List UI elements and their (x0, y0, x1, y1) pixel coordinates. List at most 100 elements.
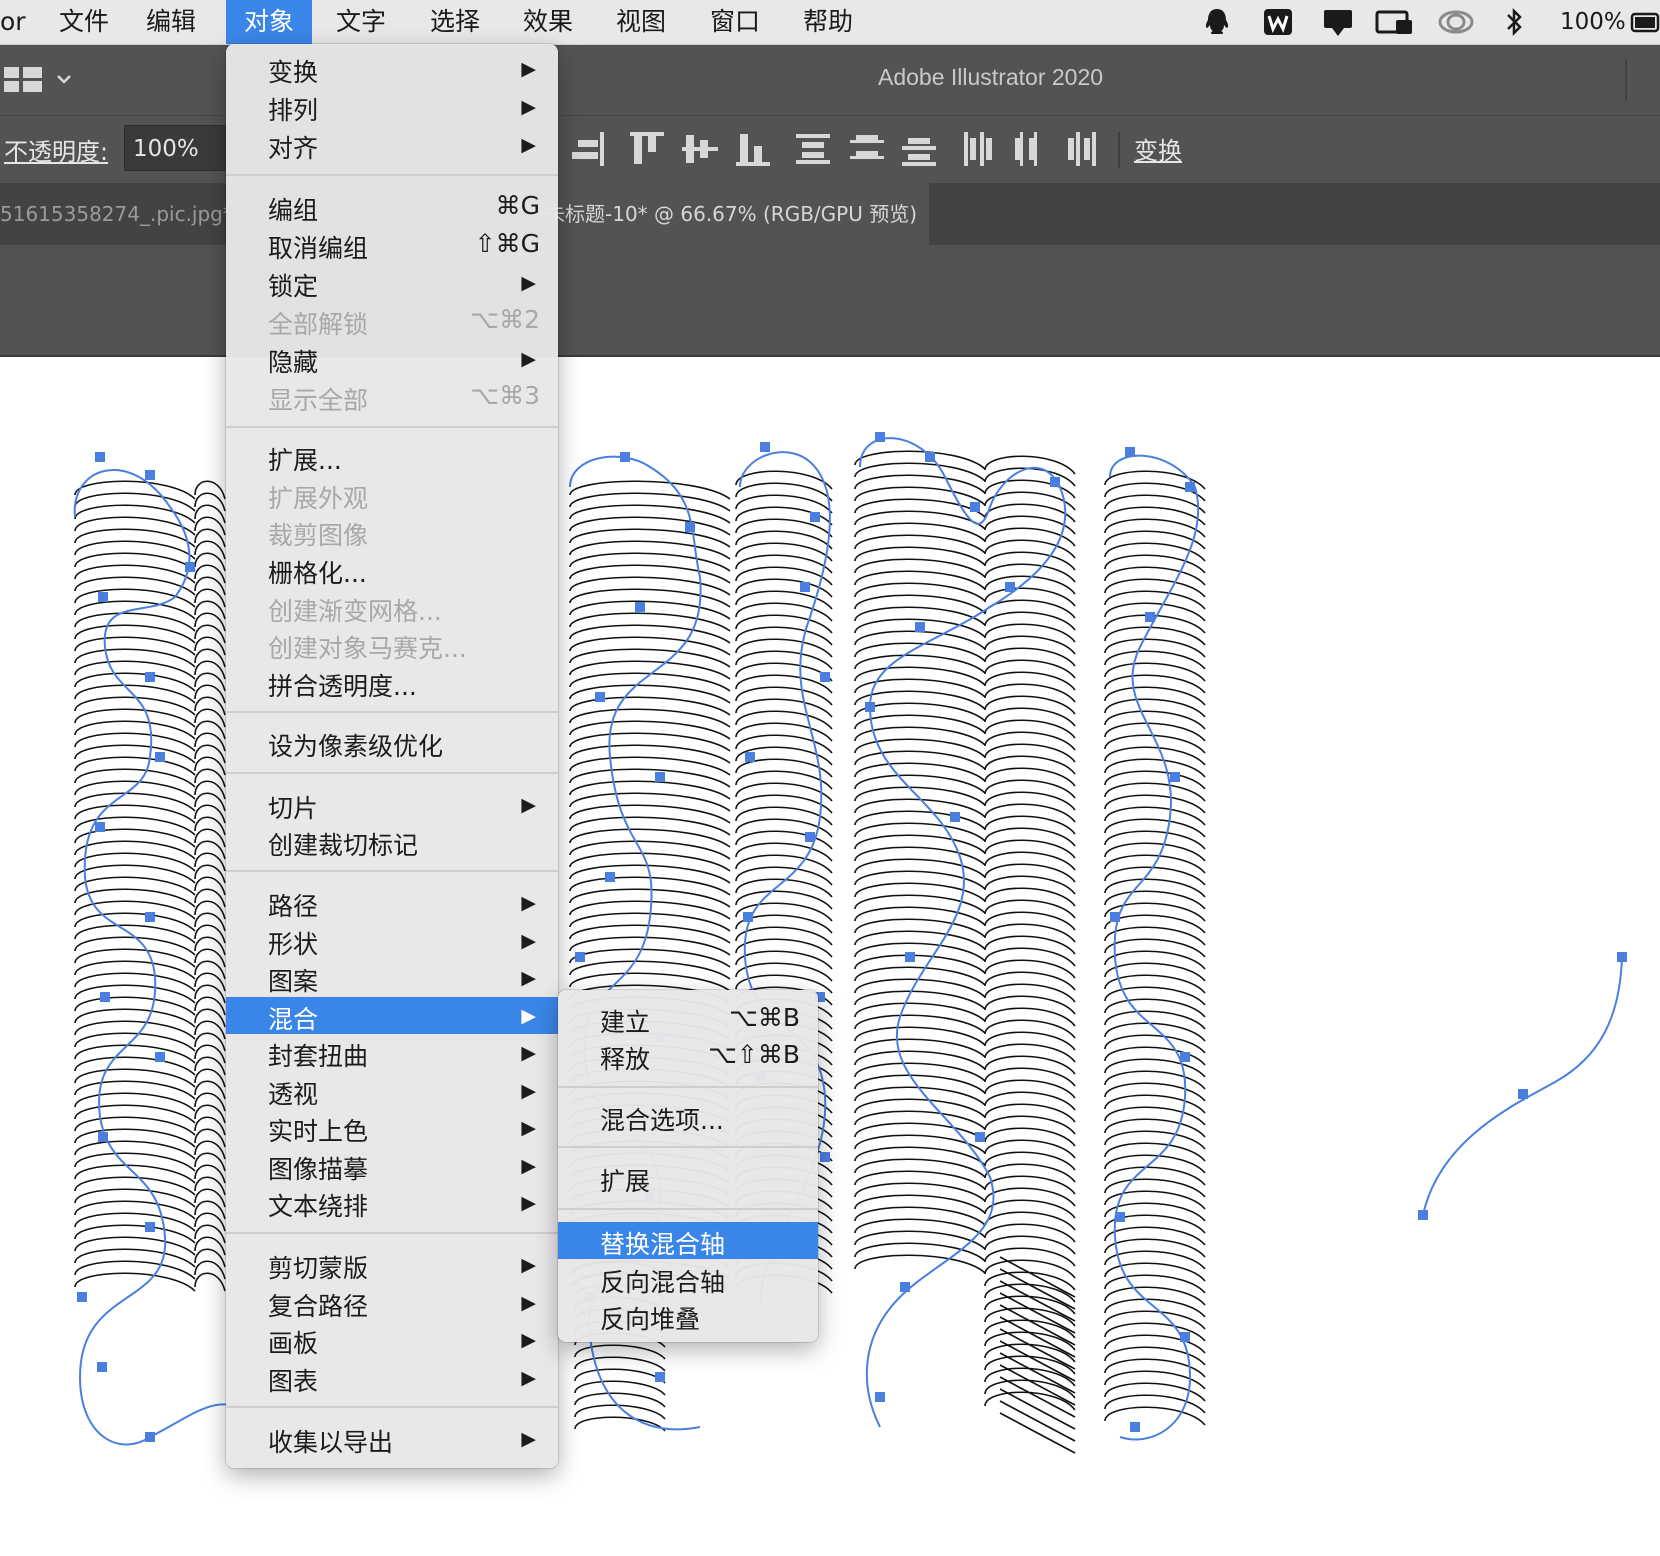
anchor-point (95, 452, 105, 462)
menu-bar: or 文件 编辑 对象 文字 选择 效果 视图 窗口 帮助 100% (0, 0, 1660, 45)
submenu-arrow-icon: ▶ (521, 892, 536, 914)
notification-icon[interactable] (1320, 6, 1356, 38)
blend-step-arc (999, 1280, 1076, 1322)
distribute-right-icon (1068, 132, 1096, 166)
menu-item-expand[interactable]: 扩展... (226, 438, 558, 475)
anchor-point (925, 452, 935, 462)
anchor-point (1110, 912, 1120, 922)
menu-item-pixel-optimize[interactable]: 设为像素级优化 (226, 724, 558, 761)
menu-item-pattern[interactable]: 图案 ▶ (226, 959, 558, 996)
anchor-point (145, 912, 155, 922)
menu-item-transform[interactable]: 变换 ▶ (226, 50, 558, 87)
distribute-hcenter-icon (1015, 132, 1037, 166)
opacity-label[interactable]: 不透明度: (4, 132, 108, 167)
menu-item-crop-marks[interactable]: 创建裁切标记 (226, 823, 558, 860)
anchor-point (575, 952, 585, 962)
menu-item-arrange[interactable]: 排列 ▶ (226, 88, 558, 125)
menu-item-hide[interactable]: 隐藏 ▶ (226, 340, 558, 377)
anchor-point (875, 1392, 885, 1402)
doc-tab-1[interactable]: 51615358274_.pic.jpg* (0, 183, 233, 245)
menu-item-perspective[interactable]: 透视 ▶ (226, 1072, 558, 1109)
blend-column (194, 480, 226, 1292)
blend-step-arc (999, 1292, 1076, 1334)
opacity-field[interactable]: 100% (124, 125, 232, 171)
wps-icon[interactable] (1262, 6, 1294, 38)
transform-link[interactable]: 变换 (1134, 131, 1182, 166)
anchor-point (605, 872, 615, 882)
blend-step-arc (999, 1340, 1076, 1382)
menu-view[interactable]: 视图 (616, 0, 666, 44)
blend-reverse-front-to-back[interactable]: 反向堆叠 (558, 1297, 818, 1334)
anchor-point (655, 772, 665, 782)
battery-percent: 100% (1560, 9, 1626, 35)
header-divider (1625, 59, 1627, 101)
anchor-point (865, 702, 875, 712)
anchor-point (97, 1362, 107, 1372)
menu-type[interactable]: 文字 (336, 0, 386, 44)
menu-separator (226, 426, 558, 428)
blend-release[interactable]: 释放 ⌥⇧⌘B (558, 1037, 818, 1074)
menu-window[interactable]: 窗口 (710, 0, 760, 44)
submenu-arrow-icon: ▶ (521, 1192, 536, 1214)
menu-item-envelope-distort[interactable]: 封套扭曲 ▶ (226, 1034, 558, 1071)
submenu-arrow-icon: ▶ (521, 794, 536, 816)
doc-tab-2[interactable]: 未标题-10* @ 66.67% (RGB/GPU 预览) (533, 183, 930, 245)
submenu-arrow-icon: ▶ (521, 348, 536, 370)
submenu-arrow-icon: ▶ (521, 1005, 536, 1027)
app-title: Adobe Illustrator 2020 (878, 64, 1104, 90)
qq-icon[interactable] (1202, 6, 1232, 38)
battery-icon[interactable] (1630, 6, 1660, 38)
anchor-point (905, 952, 915, 962)
anchor-point (1115, 1212, 1125, 1222)
menu-item-unlock-all: 全部解锁 ⌥⌘2 (268, 305, 540, 339)
anchor-point (95, 822, 105, 832)
menu-item-lock[interactable]: 锁定 ▶ (226, 264, 558, 301)
menu-item-slice[interactable]: 切片 ▶ (226, 786, 558, 823)
anchor-point (805, 832, 815, 842)
blend-step-arc (999, 1400, 1076, 1442)
anchor-point (875, 432, 885, 442)
blend-step-arc (984, 1391, 1076, 1411)
menu-item-flatten-transparency[interactable]: 拼合透明度... (226, 664, 558, 701)
menu-item-clipping-mask[interactable]: 剪切蒙版 ▶ (226, 1246, 558, 1283)
menu-edit[interactable]: 编辑 (144, 0, 198, 44)
menu-select[interactable]: 选择 (430, 0, 480, 44)
blend-step-arc (74, 1272, 196, 1292)
blend-column (74, 480, 196, 1292)
menu-item-blend[interactable]: 混合 ▶ (226, 997, 558, 1034)
menu-item-rasterize[interactable]: 栅格化... (226, 551, 558, 588)
menu-item-align[interactable]: 对齐 ▶ (226, 126, 558, 163)
creative-cloud-icon[interactable] (1436, 6, 1476, 38)
menu-item-group[interactable]: 编组 ⌘G (226, 188, 558, 225)
blend-reverse-spine[interactable]: 反向混合轴 (558, 1260, 818, 1297)
menu-item-shape[interactable]: 形状 ▶ (226, 922, 558, 959)
anchor-point (595, 692, 605, 702)
menu-file[interactable]: 文件 (57, 0, 111, 44)
blend-options[interactable]: 混合选项... (558, 1098, 818, 1135)
workspace-switcher-icon[interactable] (4, 67, 44, 93)
blend-make[interactable]: 建立 ⌥⌘B (558, 1000, 818, 1037)
menu-item-image-trace[interactable]: 图像描摹 ▶ (226, 1147, 558, 1184)
menu-item-compound-path[interactable]: 复合路径 ▶ (226, 1284, 558, 1321)
submenu-arrow-icon: ▶ (521, 1329, 536, 1351)
menu-item-artboards[interactable]: 画板 ▶ (226, 1321, 558, 1358)
menu-object[interactable]: 对象 (226, 0, 312, 44)
blend-expand[interactable]: 扩展 (558, 1159, 818, 1196)
align-right-icon (572, 132, 604, 166)
menu-item-text-wrap[interactable]: 文本绕排 ▶ (226, 1184, 558, 1221)
bluetooth-icon[interactable] (1502, 6, 1526, 38)
chevron-down-icon[interactable] (56, 73, 72, 85)
align-icons-group (572, 132, 1120, 168)
menu-help[interactable]: 帮助 (803, 0, 853, 44)
menu-item-path[interactable]: 路径 ▶ (226, 884, 558, 921)
menu-effect[interactable]: 效果 (523, 0, 573, 44)
menu-item-live-paint[interactable]: 实时上色 ▶ (226, 1109, 558, 1146)
menu-item-ungroup[interactable]: 取消编组 ⇧⌘G (226, 226, 558, 263)
menu-separator (226, 870, 558, 872)
display-icon[interactable] (1374, 6, 1416, 38)
menu-item-collect-export[interactable]: 收集以导出 ▶ (226, 1420, 558, 1457)
app-menu[interactable]: or (0, 0, 26, 44)
menu-separator (226, 174, 558, 176)
blend-replace-spine[interactable]: 替换混合轴 (558, 1222, 818, 1259)
menu-item-graph[interactable]: 图表 ▶ (226, 1359, 558, 1396)
